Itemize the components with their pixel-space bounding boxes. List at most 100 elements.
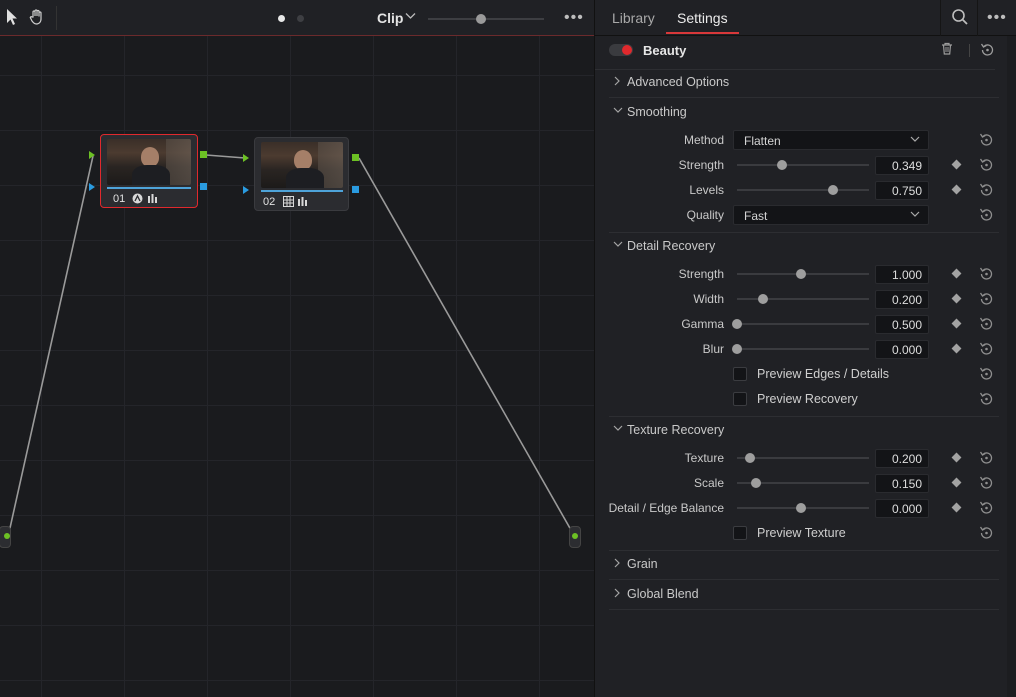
trash-icon[interactable] <box>941 42 953 58</box>
preview-recovery-reset[interactable] <box>978 391 994 407</box>
inspector-scrollbar[interactable] <box>1007 36 1016 697</box>
texture-texture-slider-handle[interactable] <box>744 453 755 463</box>
node-01-alpha-output[interactable] <box>200 183 207 190</box>
keyframe-diamond-icon[interactable] <box>951 184 962 195</box>
detail-blur-slider-handle[interactable] <box>732 344 742 354</box>
effect-header: Beauty <box>595 36 995 70</box>
node-01[interactable]: 01 <box>100 134 198 208</box>
reset-effect-icon[interactable] <box>979 42 995 58</box>
preview-texture-reset[interactable] <box>978 525 994 541</box>
search-icon[interactable] <box>951 8 969 26</box>
smoothing-quality-reset[interactable] <box>978 207 994 223</box>
node-02-alpha-input[interactable] <box>243 186 249 194</box>
smoothing-method-dropdown[interactable]: Flatten <box>733 130 929 150</box>
texture-balance-value: 0.000 <box>891 502 922 516</box>
effect-enable-toggle[interactable] <box>609 44 633 56</box>
detail-blur-value: 0.000 <box>891 343 922 357</box>
smoothing-strength-value-field[interactable]: 0.349 <box>875 156 929 175</box>
node-editor[interactable]: Clip ••• 01 02 <box>0 0 594 697</box>
node-01-rgb-input[interactable] <box>89 151 95 159</box>
keyframe-diamond-icon[interactable] <box>951 452 962 463</box>
section-advanced-options[interactable]: Advanced Options <box>609 68 999 98</box>
detail-gamma-value-field[interactable]: 0.500 <box>875 315 929 334</box>
keyframe-diamond-icon[interactable] <box>951 293 962 304</box>
section-grain[interactable]: Grain <box>609 550 999 580</box>
reset-icon <box>979 392 993 405</box>
keyframe-diamond-icon[interactable] <box>951 159 962 170</box>
smoothing-strength-value: 0.349 <box>891 159 922 173</box>
chevron-down-icon[interactable] <box>613 424 623 435</box>
chevron-down-icon[interactable] <box>613 240 623 251</box>
node-02[interactable]: 02 <box>254 137 349 211</box>
chevron-right-icon[interactable] <box>613 558 621 571</box>
smoothing-strength-slider-handle[interactable] <box>776 160 787 170</box>
smoothing-levels-slider-handle[interactable] <box>828 185 838 195</box>
smoothing-levels-value-field[interactable]: 0.750 <box>875 181 929 200</box>
chevron-right-icon[interactable] <box>613 76 621 89</box>
detail-width-slider-handle[interactable] <box>757 294 768 304</box>
detail-width-value: 0.200 <box>891 293 922 307</box>
smoothing-method-reset[interactable] <box>978 132 994 148</box>
beauty-fx-icon <box>132 193 143 207</box>
detail-strength-slider-handle[interactable] <box>796 269 806 279</box>
smoothing-levels-reset[interactable] <box>978 182 994 198</box>
section-texture-recovery[interactable]: Texture Recovery <box>609 416 999 446</box>
node-02-alpha-output[interactable] <box>352 186 359 193</box>
section-global-blend[interactable]: Global Blend <box>609 580 999 610</box>
node-01-rgb-output[interactable] <box>200 151 207 158</box>
preview-edges-label: Preview Edges / Details <box>757 367 890 381</box>
keyframe-diamond-icon[interactable] <box>951 343 962 354</box>
keyframe-diamond-icon[interactable] <box>951 477 962 488</box>
texture-texture-slider-track[interactable] <box>737 457 869 459</box>
preview-recovery-checkbox[interactable] <box>733 392 747 406</box>
texture-scale-slider-handle[interactable] <box>751 478 762 488</box>
texture-scale-reset[interactable] <box>978 475 994 491</box>
texture-texture-value-field[interactable]: 0.200 <box>875 449 929 468</box>
smoothing-strength-label: Strength <box>678 158 724 172</box>
detail-strength-label: Strength <box>678 267 724 281</box>
keyframe-diamond-icon[interactable] <box>951 318 962 329</box>
texture-balance-slider-handle[interactable] <box>796 503 806 513</box>
texture-balance-reset[interactable] <box>978 500 994 516</box>
reset-icon <box>979 267 993 280</box>
texture-texture-value: 0.200 <box>891 452 922 466</box>
texture-texture-reset[interactable] <box>978 450 994 466</box>
node-02-rgb-output[interactable] <box>352 154 359 161</box>
chevron-down-icon[interactable] <box>613 106 623 117</box>
texture-scale-value: 0.150 <box>891 477 922 491</box>
preview-texture-checkbox[interactable] <box>733 526 747 540</box>
detail-width-value-field[interactable]: 0.200 <box>875 290 929 309</box>
detail-blur-slider-track[interactable] <box>737 348 869 350</box>
more-options-icon[interactable]: ••• <box>987 9 1007 27</box>
smoothing-strength-slider-track[interactable] <box>737 164 869 166</box>
detail-strength-reset[interactable] <box>978 266 994 282</box>
tab-settings[interactable]: Settings <box>677 10 728 26</box>
detail-gamma-slider-track[interactable] <box>737 323 869 325</box>
detail-gamma-reset[interactable] <box>978 316 994 332</box>
node-01-alpha-input[interactable] <box>89 183 95 191</box>
detail-gamma-value: 0.500 <box>891 318 922 332</box>
detail-width-slider-track[interactable] <box>737 298 869 300</box>
preview-edges-checkbox[interactable] <box>733 367 747 381</box>
detail-blur-value-field[interactable]: 0.000 <box>875 340 929 359</box>
section-label: Detail Recovery <box>627 239 716 253</box>
detail-gamma-slider-handle[interactable] <box>732 319 742 329</box>
chevron-right-icon[interactable] <box>613 588 621 601</box>
tab-library[interactable]: Library <box>612 10 655 26</box>
source-input-node[interactable] <box>0 526 11 548</box>
output-node[interactable] <box>569 526 581 548</box>
texture-balance-value-field[interactable]: 0.000 <box>875 499 929 518</box>
smoothing-levels-slider-track[interactable] <box>737 189 869 191</box>
section-detail-recovery[interactable]: Detail Recovery <box>609 232 999 262</box>
node-02-rgb-input[interactable] <box>243 154 249 162</box>
detail-width-reset[interactable] <box>978 291 994 307</box>
detail-strength-value-field[interactable]: 1.000 <box>875 265 929 284</box>
keyframe-diamond-icon[interactable] <box>951 502 962 513</box>
detail-blur-reset[interactable] <box>978 341 994 357</box>
smoothing-quality-dropdown[interactable]: Fast <box>733 205 929 225</box>
smoothing-strength-reset[interactable] <box>978 157 994 173</box>
texture-scale-value-field[interactable]: 0.150 <box>875 474 929 493</box>
preview-edges-reset[interactable] <box>978 366 994 382</box>
section-smoothing[interactable]: Smoothing <box>609 98 999 128</box>
keyframe-diamond-icon[interactable] <box>951 268 962 279</box>
